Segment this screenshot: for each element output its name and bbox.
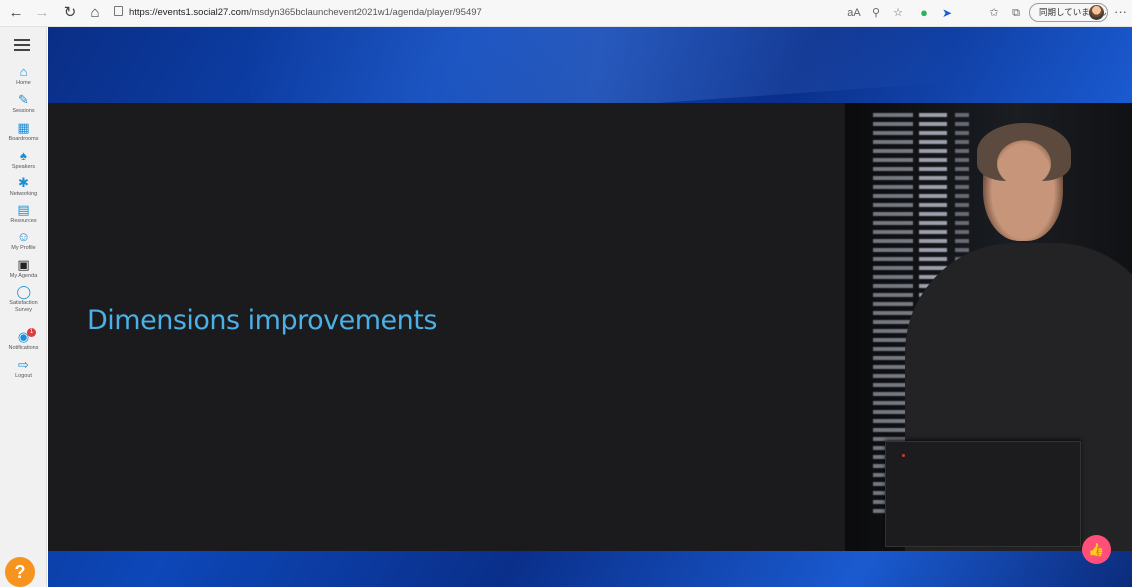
event-stage: Dimensions improvements — [48, 27, 1132, 587]
sidebar-item-logout[interactable]: ⇨ Logout — [0, 358, 47, 380]
lock-icon — [114, 6, 123, 16]
url-path: /msdyn365bclaunchevent2021w1/agenda/play… — [248, 7, 482, 18]
address-bar[interactable]: https://events1.social27.com/msdyn365bcl… — [114, 4, 814, 22]
sidebar-item-networking[interactable]: ✱ Networking — [0, 176, 47, 198]
thumbs-up-icon: 👍 — [1088, 542, 1105, 557]
calendar-icon: ▣ — [17, 257, 30, 272]
sidebar-item-home[interactable]: ⌂ Home — [0, 65, 47, 87]
home-icon: ⌂ — [19, 64, 28, 79]
sidebar-item-label: Notifications — [8, 345, 39, 351]
network-icon: ✱ — [18, 175, 29, 190]
extension-green-icon[interactable]: ● — [916, 5, 932, 21]
extension-blue-icon[interactable]: ➤ — [939, 5, 955, 21]
favorite-add-icon[interactable]: ☆ — [890, 5, 906, 21]
sidebar-item-my-agenda[interactable]: ▣ My Agenda — [0, 258, 47, 280]
sidebar-item-speakers[interactable]: ♠ Speakers — [0, 149, 47, 171]
sidebar-item-label: Boardrooms — [8, 136, 39, 142]
presenter-video — [845, 103, 1132, 551]
more-icon[interactable]: ··· — [1114, 4, 1127, 19]
pencil-icon: ✎ — [18, 92, 29, 107]
speaker-icon: ♠ — [20, 148, 27, 163]
sidebar-item-boardrooms[interactable]: ▦ Boardrooms — [0, 121, 47, 143]
presenter-laptop — [885, 441, 1081, 547]
help-button[interactable]: ? — [5, 557, 35, 587]
refresh-icon[interactable]: ↻ — [60, 3, 80, 23]
profile-icon: ☺ — [16, 229, 31, 244]
browser-toolbar: ← → ↻ ⌂ https://events1.social27.com/msd… — [0, 0, 1132, 27]
sidebar-item-label: Speakers — [11, 164, 36, 170]
laptop-led — [902, 454, 905, 457]
survey-icon: ◯ — [16, 284, 32, 299]
profile-sync-button[interactable]: 同期していません — [1029, 3, 1108, 22]
boardroom-icon: ▦ — [17, 120, 30, 135]
menu-icon[interactable] — [14, 39, 30, 54]
slide-title: Dimensions improvements — [87, 305, 437, 336]
favorites-icon[interactable]: ✩ — [986, 5, 1002, 21]
zoom-icon[interactable]: ⚲ — [868, 5, 884, 21]
read-aloud-icon[interactable]: aA — [846, 5, 862, 21]
sidebar-item-notifications[interactable]: ◉ 1 Notifications — [0, 328, 47, 352]
home-icon[interactable]: ⌂ — [85, 3, 105, 23]
sidebar-item-label: Logout — [15, 373, 32, 379]
sidebar-item-label: Sessions — [12, 108, 35, 114]
sidebar-item-label: Satisfaction Survey — [9, 300, 38, 313]
logout-icon: ⇨ — [18, 357, 29, 372]
sidebar-item-label: Networking — [9, 191, 38, 197]
sidebar-item-label: My Agenda — [9, 273, 38, 279]
like-button[interactable]: 👍 — [1082, 535, 1111, 564]
resources-icon: ▤ — [17, 202, 30, 217]
sidebar-item-my-profile[interactable]: ☺ My Profile — [0, 230, 47, 252]
sidebar-item-label: My Profile — [11, 245, 36, 251]
video-player[interactable]: Dimensions improvements — [48, 103, 1132, 551]
sidebar: ⌂ Home ✎ Sessions ▦ Boardrooms ♠ Speaker… — [0, 27, 47, 587]
presenter-hair — [977, 123, 1071, 181]
url-host: https://events1.social27.com — [129, 7, 249, 18]
notification-badge: 1 — [27, 328, 36, 337]
sidebar-item-label: Resources — [10, 218, 37, 224]
sidebar-item-resources[interactable]: ▤ Resources — [0, 203, 47, 225]
forward-icon[interactable]: → — [32, 3, 52, 23]
sidebar-item-satisfaction-survey[interactable]: ◯ Satisfaction Survey — [0, 285, 47, 314]
sidebar-item-label: Home — [16, 80, 31, 86]
collections-icon[interactable]: ⧉ — [1008, 5, 1024, 21]
profile-avatar — [1089, 5, 1104, 20]
sidebar-item-sessions[interactable]: ✎ Sessions — [0, 93, 47, 115]
back-icon[interactable]: ← — [6, 3, 26, 23]
